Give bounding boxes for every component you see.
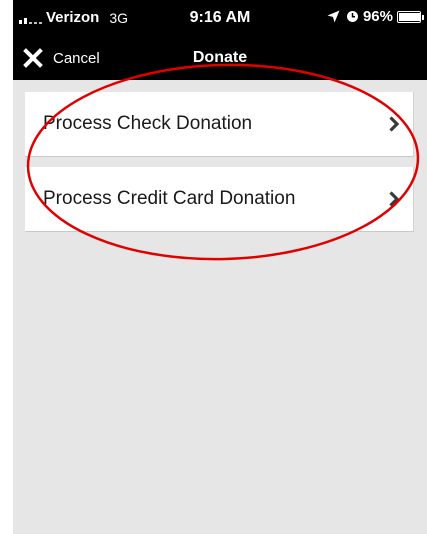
donation-options-list: Process Check Donation Process Credit Ca… — [25, 92, 414, 242]
location-arrow-icon — [327, 10, 340, 23]
status-right-group: 96% — [327, 8, 424, 25]
phone-screen: Verizon 3G 9:16 AM 96% Cancel Donate Pro… — [13, 0, 427, 534]
process-credit-card-donation-item[interactable]: Process Credit Card Donation — [25, 167, 414, 232]
navigation-bar: Cancel Donate — [13, 38, 427, 80]
page-title: Donate — [192, 49, 248, 66]
battery-percentage: 96% — [362, 8, 393, 25]
alarm-clock-icon — [346, 11, 358, 22]
battery-icon — [397, 10, 424, 23]
chevron-right-icon — [389, 191, 399, 207]
status-bar: Verizon 3G 9:16 AM 96% — [13, 0, 427, 38]
process-check-donation-item[interactable]: Process Check Donation — [25, 92, 414, 157]
chevron-right-icon — [389, 116, 399, 132]
menu-item-label: Process Check Donation — [43, 113, 253, 134]
menu-item-label: Process Credit Card Donation — [43, 188, 296, 209]
